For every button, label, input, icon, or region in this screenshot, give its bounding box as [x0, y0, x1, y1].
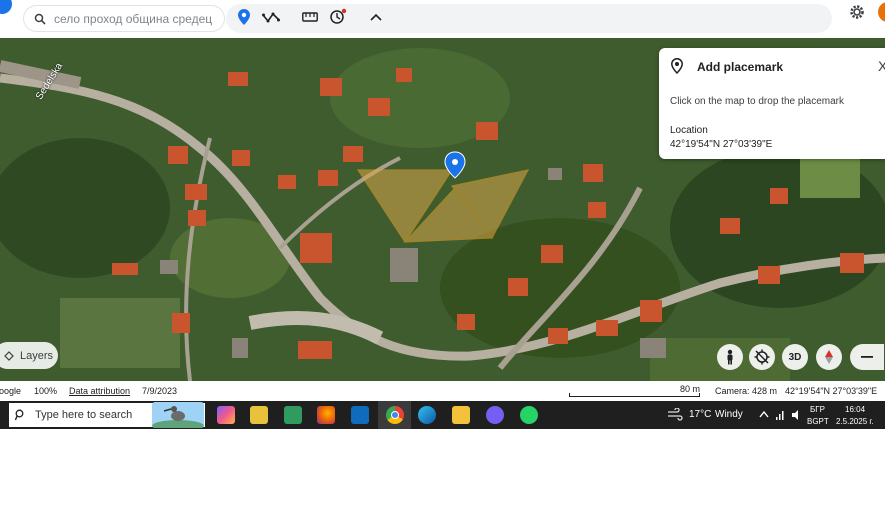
avatar[interactable] [878, 2, 885, 22]
street-view-button[interactable] [717, 344, 743, 370]
add-placemark-panel: Add placemark X Click on the map to drop… [659, 48, 885, 159]
windows-taskbar: Type here to search 17°C Windy БГР BGPT … [0, 401, 885, 429]
search-icon [34, 13, 46, 25]
network-icon[interactable] [775, 409, 785, 421]
google-earth-window: Sedelska Add placemark X Click on the ma… [0, 0, 885, 528]
ruler-icon[interactable] [301, 8, 319, 26]
brand-label: oogle [0, 386, 22, 396]
compass-icon [825, 350, 833, 364]
data-attribution-link[interactable]: Data attribution [69, 386, 130, 396]
weather-temp[interactable]: 17°C [689, 409, 711, 420]
hide-overlay-button[interactable] [749, 344, 775, 370]
location-pin-icon [671, 58, 685, 76]
layers-button[interactable]: Layers [0, 342, 58, 369]
weather-wind-icon [668, 408, 683, 421]
outlook-icon[interactable] [351, 406, 369, 424]
weather-label[interactable]: Windy [715, 409, 743, 420]
speaker-icon[interactable] [791, 409, 803, 421]
search-icon [15, 409, 24, 421]
clock-date[interactable]: 2.5.2025 г. [836, 417, 874, 426]
cursor-coordinates: 42°19'54"N 27°03'39"E [785, 386, 878, 396]
pegman-icon [727, 349, 733, 365]
panel-hint: Click on the map to drop the placemark [670, 96, 844, 107]
zoom-level: 100% [34, 386, 58, 396]
path-icon[interactable] [262, 8, 280, 26]
layers-label: Layers [20, 349, 54, 362]
firefox-icon[interactable] [317, 406, 335, 424]
scale-bar [569, 393, 700, 397]
layers-icon [4, 350, 14, 361]
close-icon[interactable]: X [878, 58, 885, 74]
sticky-notes-icon[interactable] [250, 406, 268, 424]
store-icon[interactable] [284, 406, 302, 424]
3d-toggle-button[interactable]: 3D [782, 344, 808, 370]
minus-icon [861, 356, 873, 358]
gear-icon[interactable] [848, 3, 866, 21]
imagery-date: 7/9/2023 [142, 386, 178, 396]
chevron-up-icon[interactable] [759, 410, 769, 418]
file-explorer-icon[interactable] [452, 406, 470, 424]
location-label: Location [670, 125, 708, 136]
history-icon[interactable] [329, 8, 347, 26]
crosshair-off-icon [754, 349, 770, 365]
panel-title: Add placemark [697, 60, 784, 74]
compass-button[interactable] [816, 344, 842, 370]
chrome-icon[interactable] [386, 406, 404, 424]
whatsapp-icon[interactable] [520, 406, 538, 424]
viber-icon[interactable] [486, 406, 504, 424]
language-indicator-bottom[interactable]: BGPT [807, 417, 829, 426]
chevron-up-icon[interactable] [367, 8, 385, 26]
status-bar: oogle 100% Data attribution 7/9/2023 80 … [0, 381, 885, 401]
search-highlight-image [152, 402, 204, 428]
location-value: 42°19'54"N 27°03'39"E [670, 139, 773, 150]
taskbar-search-placeholder: Type here to search [35, 409, 133, 421]
language-indicator-top[interactable]: БГР [810, 405, 825, 414]
top-toolbar [0, 0, 885, 38]
clock-time[interactable]: 16:04 [845, 405, 865, 414]
search-input[interactable] [54, 11, 214, 26]
edge-icon[interactable] [418, 406, 436, 424]
zoom-out-button[interactable] [850, 344, 884, 370]
copilot-icon[interactable] [217, 406, 235, 424]
satellite-map[interactable]: Sedelska Add placemark X Click on the ma… [0, 38, 885, 381]
location-pin-icon[interactable] [235, 8, 253, 26]
earth-logo[interactable] [0, 0, 12, 14]
search-box[interactable] [24, 6, 224, 31]
camera-altitude: Camera: 428 m [715, 386, 778, 396]
